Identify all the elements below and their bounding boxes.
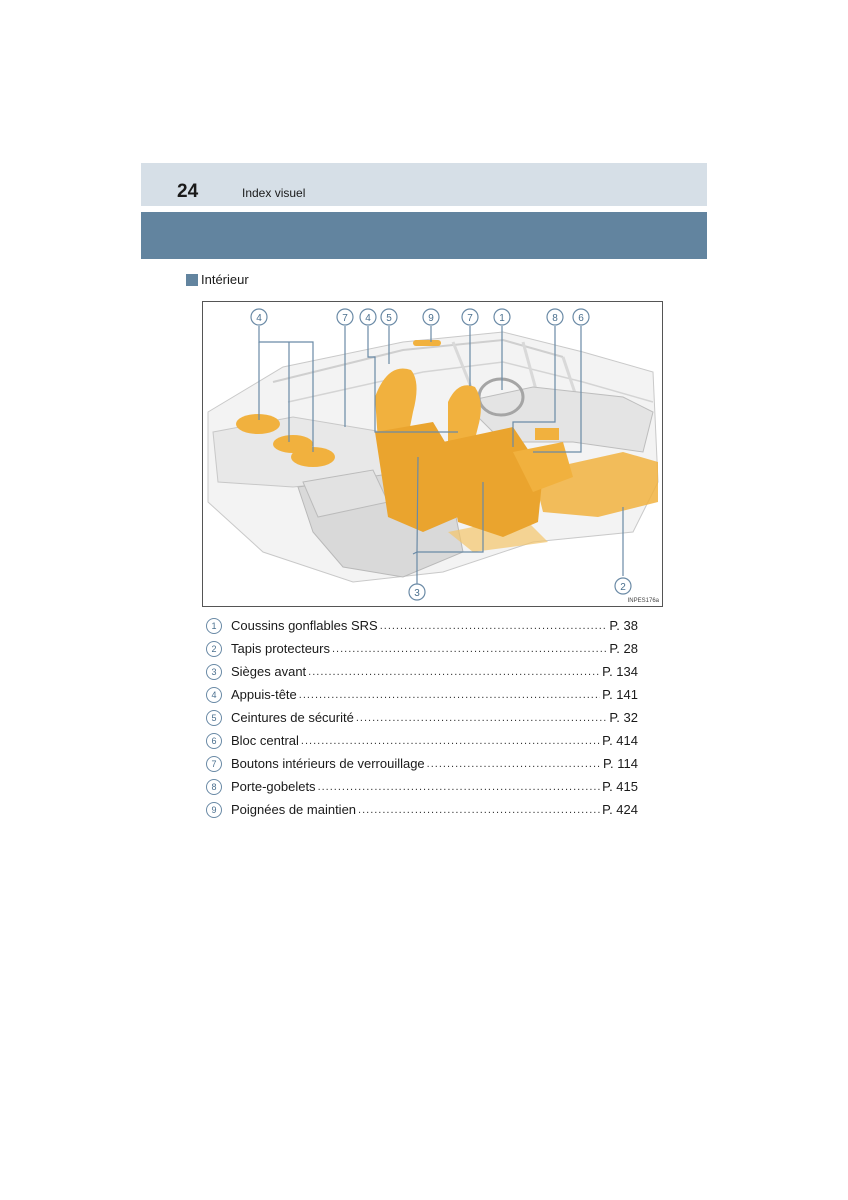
section-title: Index visuel	[242, 186, 306, 200]
leader-dots: ........................................…	[308, 665, 601, 678]
list-item: 3 Sièges avant .........................…	[206, 660, 638, 683]
legend-list: 1 Coussins gonflables SRS ..............…	[206, 614, 638, 821]
list-item: 6 Bloc central .........................…	[206, 729, 638, 752]
item-number: 1	[206, 617, 222, 634]
list-item: 5 Ceintures de sécurité ................…	[206, 706, 638, 729]
item-label: Ceintures de sécurité	[231, 710, 354, 725]
callout-1: 1	[499, 313, 505, 324]
item-number: 9	[206, 801, 222, 818]
subheading-label: Intérieur	[201, 272, 249, 287]
page-number: 24	[177, 181, 199, 202]
list-item: 9 Poignées de maintien .................…	[206, 798, 638, 821]
item-label: Appuis-tête	[231, 687, 297, 702]
car-interior-drawing: 4 7 4 5 9 7 1 8 6 2 3	[207, 308, 659, 601]
callout-3: 3	[414, 588, 420, 599]
list-item: 4 Appuis-tête ..........................…	[206, 683, 638, 706]
leader-dots: ........................................…	[379, 619, 608, 632]
leader-dots: ........................................…	[426, 757, 602, 770]
callout-5: 5	[386, 313, 392, 324]
item-number: 3	[206, 663, 222, 680]
subheading: Intérieur	[186, 272, 249, 287]
item-number: 4	[206, 686, 222, 703]
callout-4-mid: 4	[365, 313, 371, 324]
page-reference: P. 415	[602, 779, 638, 794]
item-label: Poignées de maintien	[231, 802, 357, 817]
list-item: 7 Boutons intérieurs de verrouillage ...…	[206, 752, 638, 775]
leader-dots: ........................................…	[317, 780, 601, 793]
item-number: 7	[206, 755, 222, 772]
title-bar	[141, 212, 707, 259]
figure-code: INPES176a	[627, 598, 659, 604]
header-band	[141, 163, 707, 206]
list-item: 2 Tapis protecteurs ....................…	[206, 637, 638, 660]
list-item: 1 Coussins gonflables SRS ..............…	[206, 614, 638, 637]
callout-8: 8	[552, 313, 558, 324]
page-reference: P. 141	[602, 687, 638, 702]
item-number: 6	[206, 732, 222, 749]
page-reference: P. 38	[609, 618, 638, 633]
item-number: 8	[206, 778, 222, 795]
item-number: 5	[206, 709, 222, 726]
callout-4-left: 4	[256, 313, 262, 324]
leader-dots: ........................................…	[300, 734, 601, 747]
callout-9: 9	[428, 313, 434, 324]
item-label: Sièges avant	[231, 664, 307, 679]
callout-7-left: 7	[342, 313, 348, 324]
callout-7-right: 7	[467, 313, 473, 324]
leader-dots: ........................................…	[355, 711, 608, 724]
leader-dots: ........................................…	[298, 688, 601, 701]
page-reference: P. 28	[609, 641, 638, 656]
page-reference: P. 424	[602, 802, 638, 817]
item-label: Boutons intérieurs de verrouillage	[231, 756, 425, 771]
item-number: 2	[206, 640, 222, 657]
item-label: Coussins gonflables SRS	[231, 618, 378, 633]
page-reference: P. 134	[602, 664, 638, 679]
callout-6: 6	[578, 313, 584, 324]
page-reference: P. 32	[609, 710, 638, 725]
item-label: Porte-gobelets	[231, 779, 316, 794]
leader-dots: ........................................…	[358, 803, 601, 816]
item-label: Tapis protecteurs	[231, 641, 330, 656]
callout-2: 2	[620, 582, 626, 593]
page-reference: P. 414	[602, 733, 638, 748]
page-reference: P. 114	[603, 756, 638, 771]
item-label: Bloc central	[231, 733, 299, 748]
square-bullet-icon	[186, 273, 198, 286]
list-item: 8 Porte-gobelets .......................…	[206, 775, 638, 798]
leader-dots: ........................................…	[332, 642, 607, 655]
interior-illustration: 4 7 4 5 9 7 1 8 6 2 3 INPES176a	[202, 301, 663, 607]
